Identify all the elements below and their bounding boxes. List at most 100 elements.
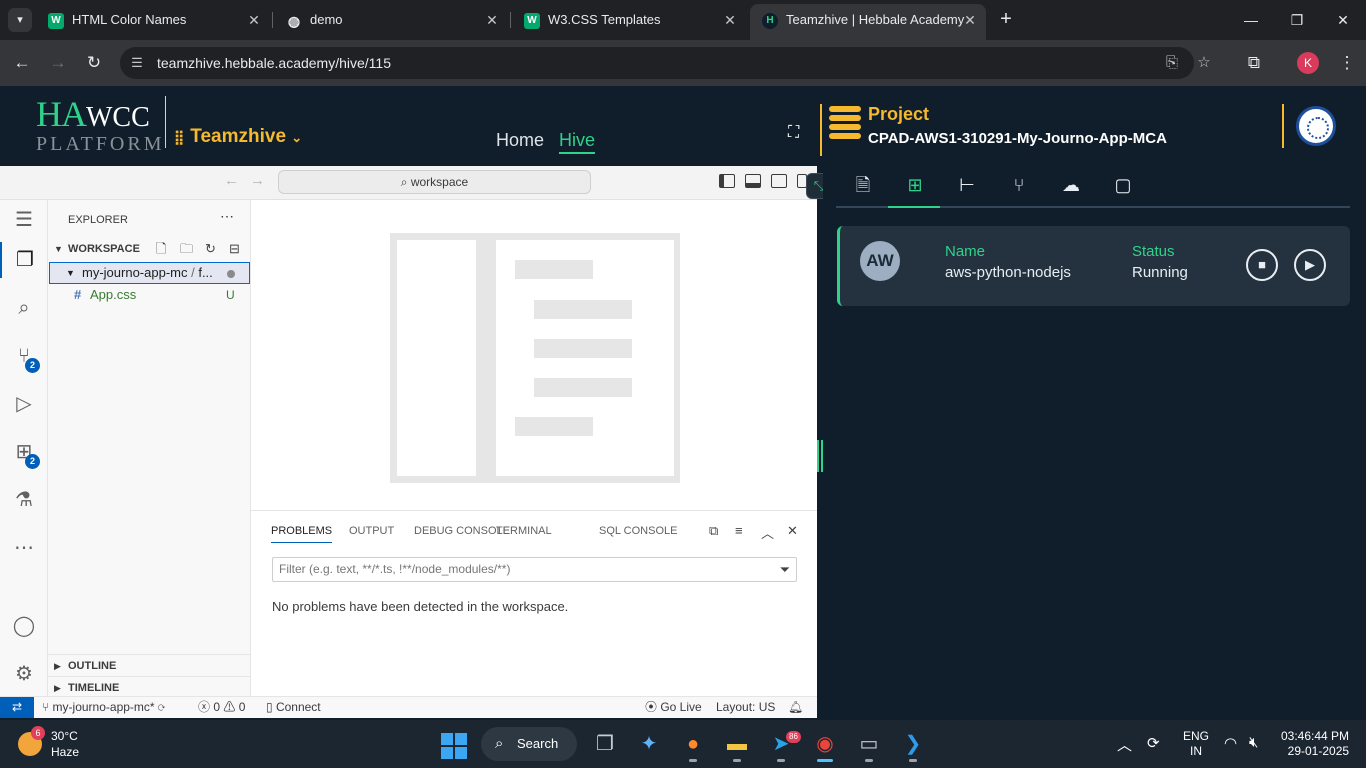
notifications-bell-icon[interactable]: 🔔︎: [788, 697, 803, 718]
explorer-icon[interactable]: ❐: [0, 242, 48, 278]
restore-button[interactable]: ❐: [1282, 8, 1312, 32]
toggle-panel-icon[interactable]: [745, 174, 761, 188]
toggle-secondary-sidebar-icon[interactable]: [771, 174, 787, 188]
chat-icon[interactable]: ▢: [1110, 172, 1136, 198]
keyboard-layout-status[interactable]: Layout: US: [716, 697, 775, 718]
editor-area[interactable]: [251, 200, 817, 510]
source-control-icon[interactable]: ⑂ 2: [0, 338, 48, 374]
reload-icon[interactable]: ↻: [82, 51, 106, 75]
tab-search-icon[interactable]: ▾: [8, 8, 32, 32]
collapse-all-icon[interactable]: ⊟: [229, 238, 240, 260]
stop-button[interactable]: ■: [1246, 249, 1278, 281]
filter-icon[interactable]: ⏷: [780, 558, 790, 581]
explorer-more-icon[interactable]: ⋯: [220, 208, 234, 225]
play-button[interactable]: ▶: [1294, 249, 1326, 281]
problems-status[interactable]: ⓧ 0 ⚠ 0: [198, 697, 245, 718]
new-tab-button[interactable]: +: [994, 8, 1018, 32]
toggle-sidebar-icon[interactable]: [719, 174, 735, 188]
firefox-icon[interactable]: ●: [677, 728, 709, 762]
connect-status[interactable]: ▯ Connect: [266, 697, 321, 718]
weather-temperature[interactable]: 30°C: [51, 729, 78, 743]
profile-avatar[interactable]: K: [1297, 52, 1319, 74]
menu-icon[interactable]: ☰: [0, 202, 48, 238]
nav-hive-link[interactable]: Hive: [559, 130, 596, 154]
close-window-button[interactable]: ✕: [1328, 8, 1358, 32]
view-as-tree-icon[interactable]: ⧉: [709, 523, 718, 539]
tab-teamzhive[interactable]: H Teamzhive | Hebbale Academy ✕: [750, 4, 986, 40]
input-language[interactable]: ENG IN: [1183, 729, 1209, 759]
cloud-icon[interactable]: ☁︎: [1058, 172, 1084, 198]
tab-demo[interactable]: ◍ demo ✕: [274, 4, 508, 40]
activity-bar: ☰ ❐ ⌕ ⑂ 2 ▷ ⊞ 2 ⚗ ⋯ ◯ ⚙: [0, 200, 48, 696]
taskbar-clock[interactable]: 03:46:44 PM 29-01-2025: [1281, 729, 1349, 759]
go-live-status[interactable]: ⦿ Go Live: [645, 697, 702, 718]
weather-description[interactable]: Haze: [51, 745, 79, 759]
fullscreen-icon[interactable]: ⛶: [788, 124, 799, 142]
minimize-button[interactable]: —: [1236, 8, 1266, 32]
site-info-icon[interactable]: ☰: [128, 54, 146, 72]
nav-home-link[interactable]: Home: [496, 130, 544, 151]
extensions-icon[interactable]: ⊞ 2: [0, 434, 48, 470]
manage-gear-icon[interactable]: ⚙: [0, 656, 48, 692]
extensions-icon[interactable]: ⧉: [1242, 51, 1266, 75]
tab-html-color-names[interactable]: W HTML Color Names ✕: [36, 4, 270, 40]
outline-section[interactable]: ▶ OUTLINE: [48, 654, 251, 676]
close-panel-icon[interactable]: ✕: [787, 523, 798, 539]
new-file-icon[interactable]: 🗋: [156, 238, 166, 260]
task-view-icon[interactable]: ❐: [589, 728, 621, 760]
problems-filter-input[interactable]: Filter (e.g. text, **/*.ts, !**/node_mod…: [272, 557, 797, 582]
close-tab-icon[interactable]: ✕: [720, 4, 740, 36]
dashboard-icon[interactable]: ⊞: [902, 172, 928, 198]
show-hidden-icons-icon[interactable]: ︿: [1117, 734, 1132, 755]
bookmark-star-icon[interactable]: ☆: [1194, 53, 1214, 73]
sync-tray-icon[interactable]: ⟳: [1147, 734, 1160, 752]
vscode-icon[interactable]: ❯: [897, 728, 929, 762]
file-icon[interactable]: 🗎︎: [850, 172, 876, 198]
taskbar-search[interactable]: ⌕ Search: [481, 727, 577, 761]
windows-start-icon[interactable]: [441, 733, 467, 759]
new-folder-icon[interactable]: 🗀: [180, 238, 193, 260]
testing-icon[interactable]: ⚗: [0, 482, 48, 518]
git-icon[interactable]: ⑂: [1006, 172, 1032, 198]
address-bar[interactable]: ☰ teamzhive.hebbale.academy/hive/115 ⎘ ☆: [120, 47, 1211, 79]
wifi-icon[interactable]: ◠: [1224, 734, 1237, 752]
branch-status[interactable]: ⑂ my-journo-app-mc* ⟳: [42, 697, 165, 718]
volume-muted-icon[interactable]: 🔇︎: [1249, 734, 1258, 751]
command-center[interactable]: ⌕ workspace: [278, 170, 591, 194]
panel-tab-terminal[interactable]: TERMINAL: [496, 525, 552, 537]
tree-icon[interactable]: ⊢: [954, 172, 980, 198]
run-debug-icon[interactable]: ▷: [0, 386, 48, 422]
tree-file-app-css[interactable]: # App.css U: [48, 284, 251, 306]
panel-tab-problems[interactable]: PROBLEMS: [271, 525, 333, 543]
close-tab-icon[interactable]: ✕: [960, 4, 980, 36]
search-icon[interactable]: ⌕: [0, 290, 48, 326]
go-back-icon[interactable]: ←: [224, 172, 239, 189]
browser-menu-icon[interactable]: ⋮: [1335, 51, 1359, 75]
refresh-icon[interactable]: ↻: [205, 238, 216, 260]
close-tab-icon[interactable]: ✕: [244, 4, 264, 36]
hawcc-logo[interactable]: HAWCC PLATFORM: [36, 96, 164, 154]
forward-icon[interactable]: →: [46, 51, 70, 75]
more-icon[interactable]: ⋯: [0, 530, 48, 566]
timeline-section[interactable]: ▶ TIMELINE: [48, 676, 251, 698]
close-tab-icon[interactable]: ✕: [482, 4, 502, 36]
terminal-icon[interactable]: ▭: [853, 728, 885, 762]
install-app-icon[interactable]: ⎘: [1162, 53, 1182, 73]
remote-icon[interactable]: ⇄: [0, 697, 34, 718]
panel-tab-sql-console[interactable]: SQL CONSOLE: [599, 525, 677, 537]
tab-w3css-templates[interactable]: W W3.CSS Templates ✕: [512, 4, 746, 40]
tree-folder-my-journo-app[interactable]: ▼ my-journo-app-mc / f...: [49, 262, 250, 284]
academy-emblem[interactable]: [1296, 106, 1336, 146]
team-selector[interactable]: ⣿ Teamzhive ⌄: [174, 126, 302, 148]
chrome-icon[interactable]: ◉: [809, 728, 841, 762]
maximize-panel-icon[interactable]: ︿: [761, 523, 774, 542]
copilot-icon[interactable]: ✦: [633, 728, 665, 760]
accounts-icon[interactable]: ◯: [0, 608, 48, 644]
panel-tab-output[interactable]: OUTPUT: [349, 525, 394, 537]
go-forward-icon[interactable]: →: [250, 172, 265, 189]
panel-menu-icon[interactable]: ≡: [735, 523, 743, 538]
url-text[interactable]: teamzhive.hebbale.academy/hive/115: [157, 47, 391, 79]
workspace-header[interactable]: ▼ WORKSPACE 🗋 🗀 ↻ ⊟: [48, 238, 251, 260]
back-icon[interactable]: ←: [10, 51, 34, 75]
file-explorer-icon[interactable]: ▬: [721, 728, 753, 762]
